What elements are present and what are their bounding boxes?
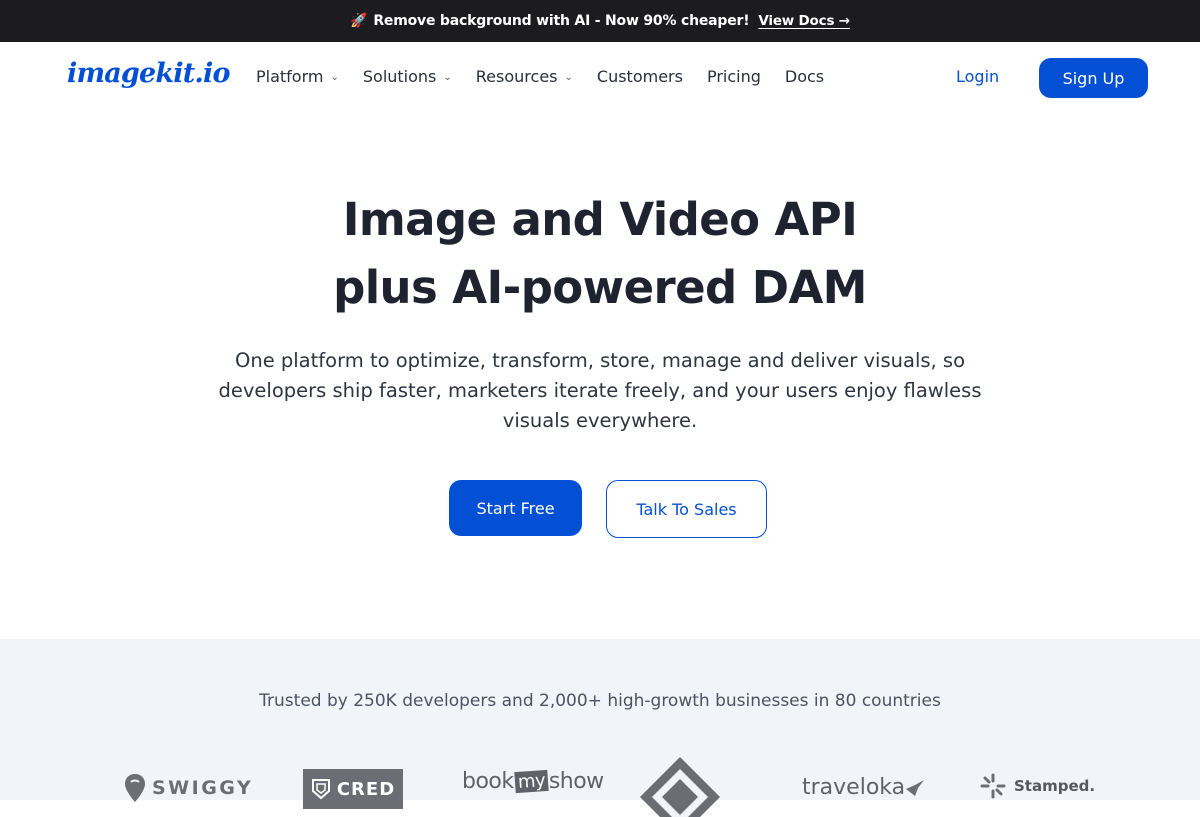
leroy-merlin-badge-icon [640, 757, 720, 817]
nav-item-label: Pricing [706, 67, 761, 86]
chevron-down-icon: ⌄ [443, 72, 452, 83]
traveloka-bird-icon [906, 779, 925, 796]
cred-wordmark: CRED [336, 778, 396, 800]
trusted-by-section: Trusted by 250K developers and 2,000+ hi… [0, 639, 1200, 817]
nav-item-pricing[interactable]: Pricing [707, 67, 761, 86]
nav-item-label: Docs [784, 67, 825, 86]
customer-logos: SWIGGY CRED book my show traveloka Stamp… [0, 757, 1200, 817]
hero-title: Image and Video API plus AI-powered DAM [0, 186, 1200, 322]
swiggy-pin-icon [125, 774, 145, 802]
stamped-burst-icon [980, 773, 1006, 799]
promo-banner: 🚀 Remove background with AI - Now 90% ch… [0, 0, 1200, 42]
talk-to-sales-button[interactable]: Talk To Sales [606, 480, 767, 538]
bms-book: book [462, 769, 514, 794]
traveloka-logo: traveloka [802, 775, 925, 800]
view-docs-link[interactable]: View Docs → [758, 13, 850, 29]
nav-item-label: Customers [596, 67, 683, 86]
nav-item-resources[interactable]: Resources ⌄ [476, 67, 573, 86]
login-link[interactable]: Login [956, 67, 999, 86]
swiggy-wordmark: SWIGGY [152, 777, 254, 799]
main-navigation: imagekit.io Platform ⌄ Solutions ⌄ Resou… [0, 42, 1200, 114]
promo-text: Remove background with AI - Now 90% chea… [373, 13, 750, 29]
leroy-merlin-logo [640, 757, 720, 817]
cred-shield-icon [311, 779, 330, 800]
bms-my: my [513, 769, 549, 794]
imagekit-logo[interactable]: imagekit.io [67, 58, 230, 89]
nav-item-label: Platform [256, 67, 324, 86]
nav-item-platform[interactable]: Platform ⌄ [256, 67, 339, 86]
signup-button[interactable]: Sign Up [1039, 58, 1148, 98]
bms-show: show [548, 769, 604, 794]
nav-item-label: Solutions [362, 67, 437, 86]
bookmyshow-logo: book my show [462, 769, 604, 794]
hero-title-line-1: Image and Video API [342, 193, 858, 246]
nav-item-docs[interactable]: Docs [785, 67, 824, 86]
stamped-logo: Stamped. [980, 773, 1095, 799]
swiggy-logo: SWIGGY [124, 773, 253, 803]
nav-item-label: Resources [475, 67, 558, 86]
trusted-by-text: Trusted by 250K developers and 2,000+ hi… [259, 691, 941, 711]
chevron-down-icon: ⌄ [564, 72, 573, 83]
nav-item-solutions[interactable]: Solutions ⌄ [363, 67, 452, 86]
nav-item-customers[interactable]: Customers [597, 67, 683, 86]
stamped-wordmark: Stamped. [1014, 777, 1096, 795]
nav-links: Platform ⌄ Solutions ⌄ Resources ⌄ Custo… [256, 67, 848, 86]
chevron-down-icon: ⌄ [330, 72, 339, 83]
rocket-icon: 🚀 [350, 13, 368, 29]
start-free-button[interactable]: Start Free [449, 480, 582, 536]
cred-logo: CRED [303, 769, 403, 809]
traveloka-wordmark: traveloka [802, 775, 906, 800]
hero-title-line-2: plus AI-powered DAM [333, 261, 867, 314]
hero-subtitle: One platform to optimize, transform, sto… [218, 349, 982, 432]
